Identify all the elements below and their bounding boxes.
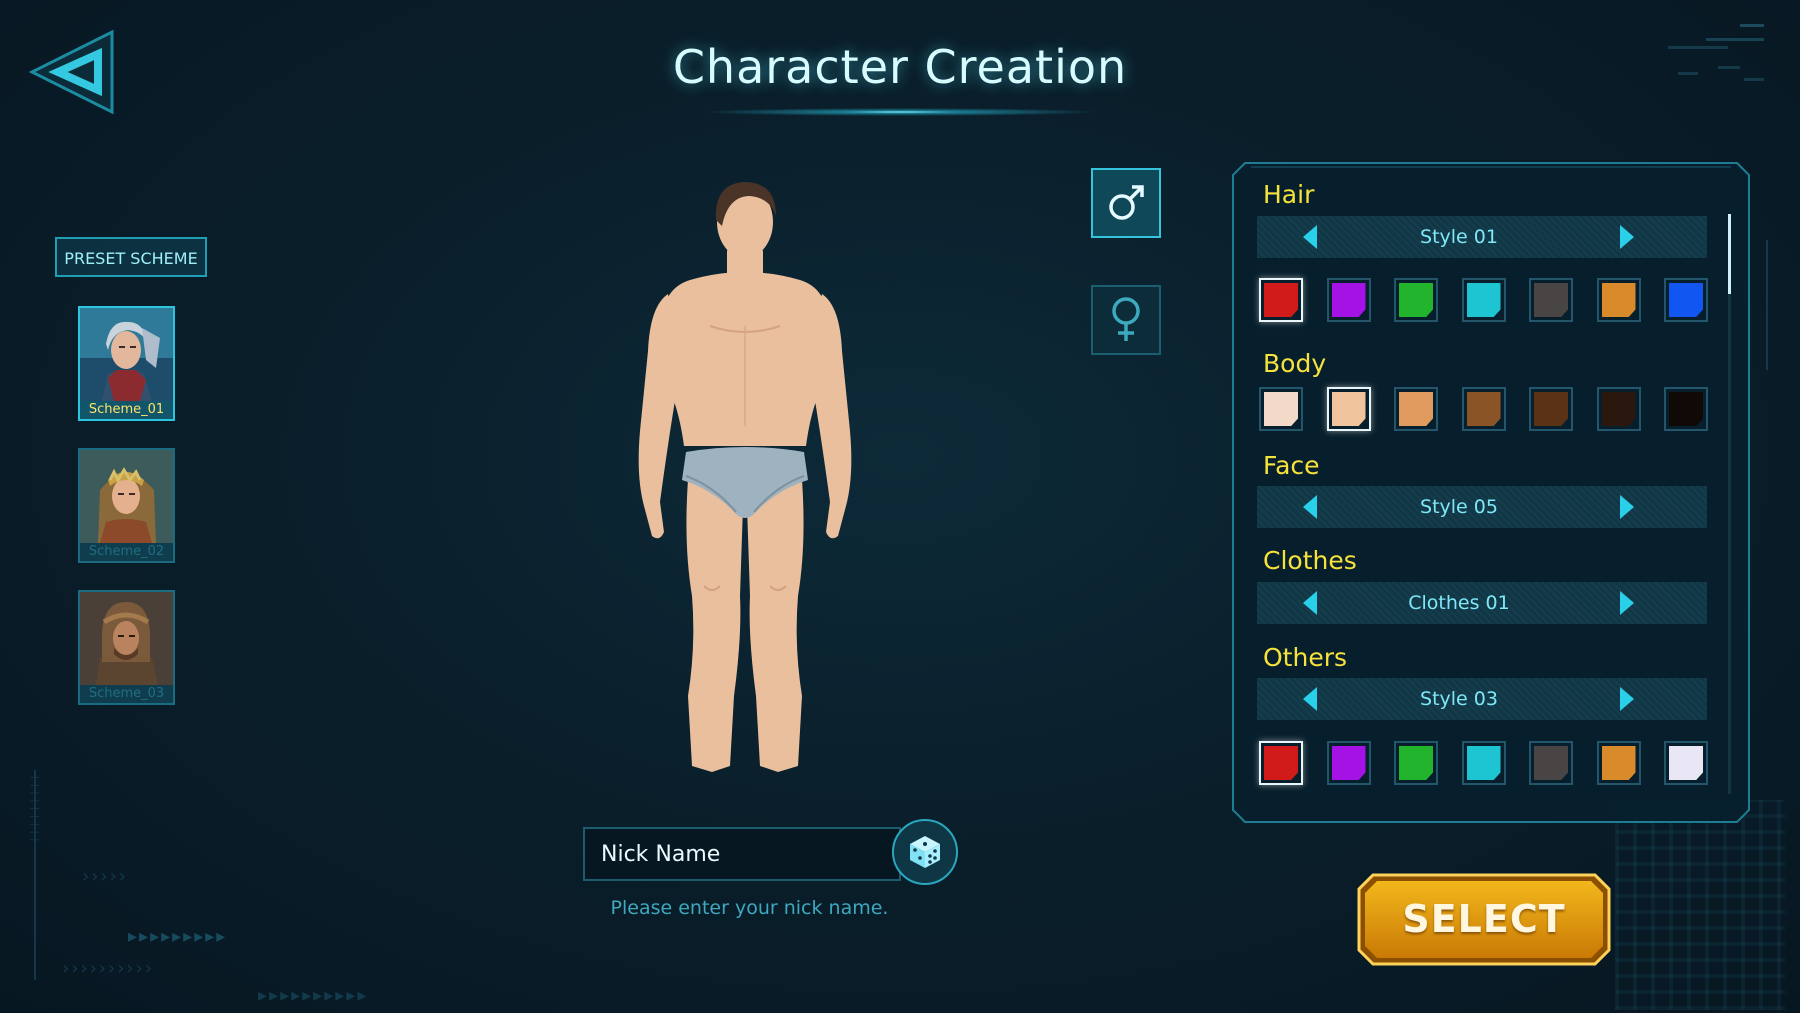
hair-color-swatch-4[interactable] bbox=[1461, 278, 1506, 322]
scheme-card-label: Scheme_03 bbox=[80, 685, 173, 703]
others-style-value: Style 03 bbox=[1420, 688, 1498, 710]
hair-section-title: Hair bbox=[1263, 180, 1315, 209]
hair-style-selector: Style 01 bbox=[1257, 216, 1707, 258]
face-style-next-arrow[interactable] bbox=[1620, 495, 1634, 519]
clothes-style-next-arrow[interactable] bbox=[1620, 591, 1634, 615]
male-symbol-icon bbox=[1109, 185, 1144, 220]
others-color-swatch-7[interactable] bbox=[1664, 741, 1708, 785]
female-symbol-icon bbox=[1112, 297, 1140, 341]
clothes-style-selector: Clothes 01 bbox=[1257, 582, 1707, 624]
hair-color-swatch-1[interactable] bbox=[1259, 278, 1303, 322]
deco-vertical-text-left: │││││││││ bbox=[30, 775, 39, 846]
hair-style-next-arrow[interactable] bbox=[1620, 225, 1634, 249]
hair-color-swatch-2[interactable] bbox=[1326, 278, 1371, 322]
deco-dash-top-right-1 bbox=[1740, 24, 1764, 27]
deco-chevrons-3: ›››››››››› bbox=[62, 958, 154, 979]
swatch-fill bbox=[1534, 746, 1568, 780]
others-style-selector: Style 03 bbox=[1257, 678, 1707, 720]
swatch-fill bbox=[1399, 283, 1433, 317]
swatch-fill bbox=[1399, 746, 1433, 780]
swatch-fill bbox=[1264, 392, 1298, 426]
hair-color-swatch-3[interactable] bbox=[1394, 278, 1438, 322]
swatch-fill bbox=[1669, 392, 1703, 426]
swatch-fill bbox=[1669, 746, 1703, 780]
gender-female-button[interactable] bbox=[1091, 285, 1161, 355]
swatch-fill bbox=[1534, 392, 1568, 426]
scheme-card-02[interactable]: Scheme_02 bbox=[78, 448, 175, 563]
portrait-scheme-03 bbox=[80, 592, 173, 685]
others-style-next-arrow[interactable] bbox=[1620, 687, 1634, 711]
portrait-scheme-01 bbox=[80, 308, 173, 401]
swatch-fill bbox=[1534, 283, 1568, 317]
swatch-fill bbox=[1331, 392, 1366, 426]
clothes-section-title: Clothes bbox=[1263, 546, 1357, 575]
body-color-swatch-7[interactable] bbox=[1664, 387, 1708, 431]
deco-grid-right bbox=[1615, 800, 1785, 1010]
hair-style-value: Style 01 bbox=[1420, 226, 1498, 248]
body-color-swatch-3[interactable] bbox=[1394, 387, 1438, 431]
title-underline-glow bbox=[700, 108, 1100, 116]
body-color-swatch-2[interactable] bbox=[1326, 387, 1371, 431]
others-color-swatch-1[interactable] bbox=[1259, 741, 1303, 785]
preset-scheme-label: PRESET SCHEME bbox=[55, 237, 207, 277]
deco-chevrons-1: ››››› bbox=[82, 866, 128, 887]
scheme-card-label: Scheme_02 bbox=[80, 543, 173, 561]
gender-male-button[interactable] bbox=[1091, 168, 1161, 238]
others-color-swatch-2[interactable] bbox=[1326, 741, 1371, 785]
deco-chevrons-2: ▸▸▸▸▸▸▸▸▸ bbox=[128, 926, 228, 947]
body-color-swatch-6[interactable] bbox=[1596, 387, 1641, 431]
swatch-fill bbox=[1466, 746, 1501, 780]
swatch-fill bbox=[1264, 746, 1298, 780]
swatch-fill bbox=[1601, 746, 1636, 780]
swatch-fill bbox=[1601, 283, 1636, 317]
clothes-style-value: Clothes 01 bbox=[1408, 592, 1510, 614]
random-name-dice-button[interactable] bbox=[892, 819, 958, 885]
page-title: Character Creation bbox=[672, 40, 1128, 94]
swatch-fill bbox=[1669, 283, 1703, 317]
swatch-fill bbox=[1331, 283, 1366, 317]
face-style-selector: Style 05 bbox=[1257, 486, 1707, 528]
dice-icon bbox=[910, 836, 940, 868]
face-section-title: Face bbox=[1263, 451, 1320, 480]
others-color-swatch-5[interactable] bbox=[1529, 741, 1573, 785]
swatch-fill bbox=[1399, 392, 1433, 426]
others-color-swatch-6[interactable] bbox=[1596, 741, 1641, 785]
swatch-fill bbox=[1331, 746, 1366, 780]
swatch-fill bbox=[1466, 392, 1501, 426]
swatch-fill bbox=[1466, 283, 1501, 317]
panel-scroll-thumb[interactable] bbox=[1728, 214, 1731, 294]
select-button[interactable]: SELECT bbox=[1357, 873, 1611, 966]
others-color-swatch-4[interactable] bbox=[1461, 741, 1506, 785]
scheme-card-03[interactable]: Scheme_03 bbox=[78, 590, 175, 705]
nickname-hint: Please enter your nick name. bbox=[610, 897, 889, 919]
swatch-fill bbox=[1601, 392, 1636, 426]
body-color-swatch-1[interactable] bbox=[1259, 387, 1303, 431]
body-color-swatch-5[interactable] bbox=[1529, 387, 1573, 431]
others-section-title: Others bbox=[1263, 643, 1348, 672]
swatch-fill bbox=[1264, 283, 1298, 317]
others-color-swatch-3[interactable] bbox=[1394, 741, 1438, 785]
portrait-scheme-02 bbox=[80, 450, 173, 543]
scheme-card-label: Scheme_01 bbox=[80, 401, 173, 419]
character-model bbox=[638, 182, 852, 772]
scheme-card-01[interactable]: Scheme_01 bbox=[78, 306, 175, 421]
select-button-label: SELECT bbox=[1402, 897, 1566, 941]
hair-color-swatch-6[interactable] bbox=[1596, 278, 1641, 322]
body-section-title: Body bbox=[1263, 349, 1327, 378]
deco-chevrons-4: ▸▸▸▸▸▸▸▸▸▸ bbox=[258, 985, 369, 1006]
panel-scroll-track[interactable] bbox=[1728, 214, 1731, 794]
hair-color-swatch-5[interactable] bbox=[1529, 278, 1573, 322]
hair-color-swatch-7[interactable] bbox=[1664, 278, 1708, 322]
face-style-value: Style 05 bbox=[1420, 496, 1498, 518]
body-color-swatch-4[interactable] bbox=[1461, 387, 1506, 431]
deco-right-edge-line bbox=[1766, 240, 1768, 370]
nickname-input[interactable] bbox=[583, 827, 901, 881]
